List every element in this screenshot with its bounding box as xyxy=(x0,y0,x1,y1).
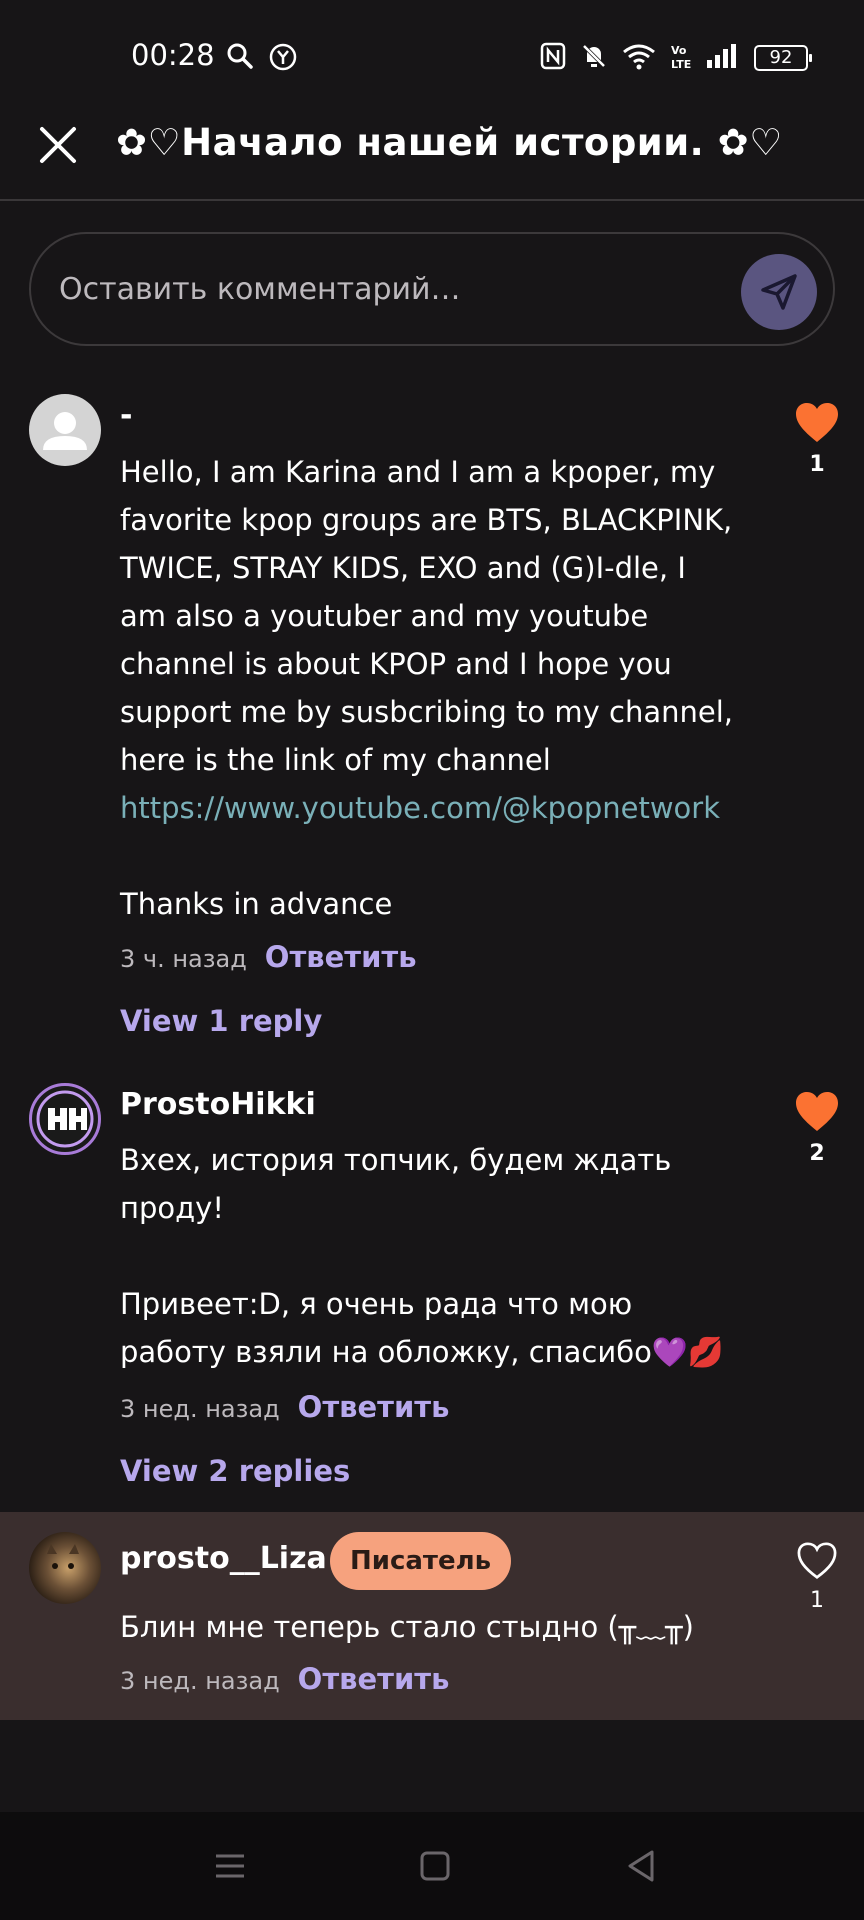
avatar[interactable] xyxy=(29,394,101,466)
like-button[interactable]: 1 xyxy=(790,1542,844,1613)
comment-input[interactable] xyxy=(59,264,739,314)
user-placeholder-icon xyxy=(43,412,87,450)
avatar[interactable] xyxy=(29,1083,101,1155)
volte-icon: Vo LTE xyxy=(670,42,692,74)
comment-time: 3 ч. назад xyxy=(120,945,247,973)
hh-logo-avatar xyxy=(36,1090,94,1148)
reply-button[interactable]: Ответить xyxy=(265,940,417,974)
comment-time: 3 нед. назад xyxy=(120,1667,280,1695)
comment-body: Блин мне теперь стало стыдно (╥﹏╥) xyxy=(120,1603,740,1651)
comment-link[interactable]: https://www.youtube.com/@kpopnetwork xyxy=(120,784,740,832)
svg-text:Vo: Vo xyxy=(671,44,687,57)
comment-paragraph xyxy=(120,1232,740,1280)
heart-filled-icon xyxy=(796,1092,838,1131)
home-icon[interactable] xyxy=(415,1846,455,1886)
status-bar: 00:28 Vo LTE 92 xyxy=(0,0,864,115)
like-count: 1 xyxy=(809,452,825,477)
comment-meta: 3 ч. назад Ответить xyxy=(120,940,417,974)
page-title: ✿♡Начало нашей истории. ✿♡ xyxy=(116,121,783,164)
svg-text:LTE: LTE xyxy=(671,58,691,70)
comment-paragraph: Привеет:D, я очень рада что мою работу в… xyxy=(120,1287,725,1369)
like-count: 2 xyxy=(809,1141,825,1166)
comment-paragraph: Вхех, история топчик, будем ждать проду! xyxy=(120,1143,672,1225)
view-replies-button[interactable]: View 1 reply xyxy=(120,1004,322,1038)
comment-author[interactable]: prosto__Liza xyxy=(120,1541,327,1576)
target-icon xyxy=(268,42,298,76)
comment-paragraph: Hello, I am Karina and I am a kpoper, my… xyxy=(120,455,733,777)
wifi-icon xyxy=(622,42,656,74)
cat-photo-avatar xyxy=(47,1544,79,1569)
close-icon[interactable] xyxy=(36,123,80,167)
comment-author[interactable]: ProstoHikki xyxy=(120,1087,316,1122)
reply-button[interactable]: Ответить xyxy=(298,1390,450,1424)
reply-button[interactable]: Ответить xyxy=(298,1662,450,1696)
comment-paragraph: Thanks in advance xyxy=(120,887,393,921)
comment-paragraph xyxy=(120,832,740,880)
navigation-bar xyxy=(0,1812,864,1920)
comment-body: Hello, I am Karina and I am a kpoper, my… xyxy=(120,448,740,928)
send-icon xyxy=(761,274,797,310)
back-icon[interactable] xyxy=(622,1846,662,1886)
comment-body: Вхех, история топчик, будем ждать проду!… xyxy=(120,1136,740,1376)
view-replies-button[interactable]: View 2 replies xyxy=(120,1454,350,1488)
comment-meta: 3 нед. назад Ответить xyxy=(120,1390,449,1424)
comment-meta: 3 нед. назад Ответить xyxy=(120,1662,449,1696)
nfc-icon xyxy=(540,42,566,74)
like-button[interactable]: 1 xyxy=(790,402,844,477)
header: ✿♡Начало нашей истории. ✿♡ xyxy=(0,115,864,201)
heart-filled-icon xyxy=(796,403,838,442)
comment-time: 3 нед. назад xyxy=(120,1395,280,1423)
mute-icon xyxy=(580,42,608,74)
status-time: 00:28 xyxy=(131,38,215,72)
comment-box xyxy=(29,232,835,346)
comment-author[interactable]: - xyxy=(120,398,132,433)
signal-icon xyxy=(706,43,740,73)
send-button[interactable] xyxy=(741,254,817,330)
like-button[interactable]: 2 xyxy=(790,1091,844,1166)
battery-icon: 92 xyxy=(754,45,812,71)
search-icon xyxy=(226,42,254,76)
heart-outline-icon xyxy=(797,1542,837,1579)
comment-paragraph: Блин мне теперь стало стыдно (╥﹏╥) xyxy=(120,1610,694,1644)
writer-badge: Писатель xyxy=(330,1532,512,1590)
menu-icon[interactable] xyxy=(210,1846,250,1886)
avatar[interactable] xyxy=(29,1532,101,1604)
like-count: 1 xyxy=(810,1588,824,1613)
